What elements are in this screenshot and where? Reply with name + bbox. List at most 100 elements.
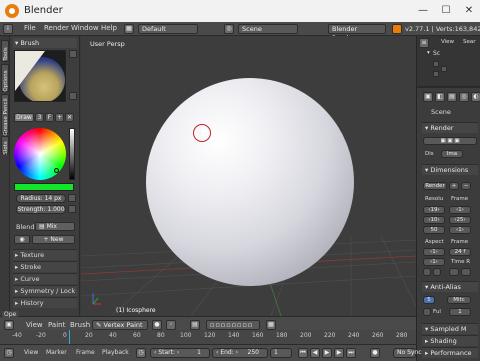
jump-end-icon[interactable]: ⏭: [346, 348, 356, 358]
frame-start-field[interactable]: ‹1›: [449, 206, 471, 214]
render-buttons-row[interactable]: ▣ ▣ ▣: [423, 137, 477, 145]
preset-add-icon[interactable]: +: [449, 182, 459, 190]
brush-fake-user-button[interactable]: F: [45, 113, 54, 122]
3d-viewport[interactable]: User Persp (1) Icosphere: [81, 36, 416, 316]
frame-end-field[interactable]: ‹25›: [449, 216, 471, 224]
resolution-y-field[interactable]: ‹10›: [423, 216, 445, 224]
close-button[interactable]: ✕: [458, 0, 480, 22]
next-keyframe-icon[interactable]: ▶: [334, 348, 344, 358]
layer-buttons[interactable]: ▫▫▫▫▫▫▫▫: [206, 320, 260, 330]
time-remap-new-field[interactable]: [461, 268, 471, 276]
sync-mode-select[interactable]: No Sync: [393, 348, 422, 358]
timeline-menu-frame[interactable]: Frame: [76, 349, 95, 356]
aspect-y-field[interactable]: ‹1›: [423, 258, 445, 266]
strength-pressure-icon[interactable]: [68, 205, 76, 213]
minimize-button[interactable]: —: [412, 0, 434, 22]
preview-range-icon[interactable]: ◷: [136, 348, 146, 358]
color-wheel-cursor[interactable]: [54, 168, 59, 173]
sampled-motion-panel-header[interactable]: ▾ Sampled M: [422, 323, 478, 334]
color-value-slider[interactable]: [69, 128, 75, 180]
icosphere-object[interactable]: [146, 78, 354, 286]
current-frame-field[interactable]: 1: [270, 348, 292, 358]
timeline-menu-view[interactable]: View: [24, 349, 38, 356]
render-preview-icon[interactable]: ▦: [266, 320, 276, 330]
aspect-x-field[interactable]: ‹1›: [423, 248, 445, 256]
filter-size-field[interactable]: 1: [449, 308, 471, 316]
frame-step-field[interactable]: ‹1›: [449, 226, 471, 234]
scene-select[interactable]: Scene: [238, 24, 298, 34]
outliner-lamp-icon[interactable]: [433, 71, 439, 77]
timeline-editor-icon[interactable]: ◷: [4, 348, 14, 358]
aa-samples-field[interactable]: 5: [423, 296, 435, 304]
aa-filter-select[interactable]: Mitc: [447, 296, 471, 304]
brush-up-icon[interactable]: [69, 50, 77, 58]
dimensions-panel-header[interactable]: ▾ Dimensions: [422, 164, 478, 175]
shading-panel-header[interactable]: ▸ Shading: [422, 335, 478, 346]
brush-panel-header[interactable]: ▾ Brush: [13, 38, 77, 48]
menu-file[interactable]: File: [24, 24, 36, 32]
outliner-mesh-icon[interactable]: [441, 66, 447, 72]
layers-tab-icon[interactable]: ▤: [447, 92, 457, 102]
maximize-button[interactable]: ☐: [435, 0, 457, 22]
current-frame-playhead[interactable]: [69, 330, 70, 344]
screen-layout-select[interactable]: Default: [138, 24, 198, 34]
brush-delete-icon[interactable]: ✕: [65, 113, 74, 122]
resolution-x-field[interactable]: ‹19›: [423, 206, 445, 214]
interaction-mode-select[interactable]: ✎ Vertex Paint: [92, 320, 148, 330]
render-preset-select[interactable]: Render: [423, 182, 447, 190]
outliner-expand-icon[interactable]: ▾: [427, 50, 430, 56]
resolution-percent-field[interactable]: 50: [423, 226, 445, 234]
section-texture[interactable]: ▸ Texture: [13, 249, 77, 260]
section-symmetry-lock[interactable]: ▸ Symmetry / Lock: [13, 285, 77, 296]
menu-help[interactable]: Help: [101, 24, 117, 32]
anti-alias-panel-header[interactable]: ▾ Anti-Alias: [422, 281, 478, 292]
strength-field[interactable]: Strength: 1.000: [16, 205, 66, 214]
outliner-view-menu[interactable]: View: [441, 39, 454, 45]
performance-panel-header[interactable]: ▸ Performance: [422, 347, 478, 358]
tab-tools[interactable]: Tools: [1, 40, 9, 62]
section-curve[interactable]: ▸ Curve: [13, 273, 77, 284]
menu-paint[interactable]: Paint: [48, 321, 65, 329]
palette-icon[interactable]: ◉: [14, 235, 30, 244]
tab-grease-pencil[interactable]: Grease Pencil: [1, 94, 9, 136]
menu-window[interactable]: Window: [71, 24, 99, 32]
prev-keyframe-icon[interactable]: ◀: [310, 348, 320, 358]
preset-remove-icon[interactable]: −: [461, 182, 471, 190]
border-checkbox[interactable]: [423, 268, 431, 276]
timeline[interactable]: -40 -20 0 20 40 60 80 100 120 140 160 18…: [0, 330, 422, 361]
editor-type-icon[interactable]: i: [3, 24, 13, 34]
menu-render[interactable]: Render: [44, 24, 69, 32]
full-sample-checkbox[interactable]: [423, 308, 431, 316]
outliner-scene-item[interactable]: Sc: [433, 50, 440, 57]
display-select[interactable]: Ima: [441, 150, 463, 158]
render-engine-select[interactable]: Blender Render: [328, 24, 386, 42]
render-tab-icon[interactable]: ◧: [435, 92, 445, 102]
frame-rate-select[interactable]: 24 f: [449, 248, 471, 256]
jump-start-icon[interactable]: ⏮: [298, 348, 308, 358]
new-palette-button[interactable]: + New: [32, 235, 75, 244]
radius-field[interactable]: Radius: 14 px: [16, 194, 66, 203]
brush-add-icon[interactable]: +: [55, 113, 64, 122]
shading-mode-icon[interactable]: ●: [152, 320, 162, 330]
timeline-ruler[interactable]: -40 -20 0 20 40 60 80 100 120 140 160 18…: [0, 330, 416, 344]
crop-checkbox[interactable]: [433, 268, 441, 276]
end-frame-field[interactable]: ‹ End: 250 ›: [212, 348, 268, 358]
scene-tab-icon[interactable]: ◎: [459, 92, 469, 102]
section-history[interactable]: ▸ History: [13, 297, 77, 308]
world-tab-icon[interactable]: ◐: [471, 92, 480, 102]
brush-name-field[interactable]: Draw: [14, 113, 34, 122]
outliner-search-menu[interactable]: Sear: [463, 39, 476, 45]
color-wheel[interactable]: [14, 128, 66, 180]
layout-icon[interactable]: ▦: [124, 24, 134, 34]
section-stroke[interactable]: ▸ Stroke: [13, 261, 77, 272]
render-panel-header[interactable]: ▾ Render: [422, 122, 478, 133]
tab-options[interactable]: Options: [1, 64, 9, 92]
scene-icon[interactable]: ◎: [224, 24, 234, 34]
properties-editor-icon[interactable]: ▣: [423, 92, 433, 102]
pivot-icon[interactable]: ◦: [166, 320, 176, 330]
timeline-menu-playback[interactable]: Playback: [102, 349, 129, 356]
operator-panel-label[interactable]: Ope: [2, 311, 19, 318]
mask-icon[interactable]: ▤: [190, 320, 200, 330]
tab-slots[interactable]: Slots: [1, 136, 9, 155]
brush-down-icon[interactable]: [69, 92, 77, 100]
